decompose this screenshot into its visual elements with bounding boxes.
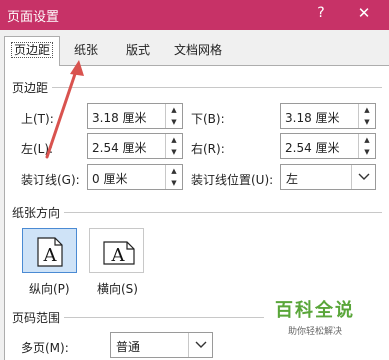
watermark-logo: 百科全说 助你轻松解决: [260, 296, 370, 337]
watermark-title: 百科全说: [275, 300, 355, 321]
watermark-subtitle: 助你轻松解决: [287, 327, 342, 337]
